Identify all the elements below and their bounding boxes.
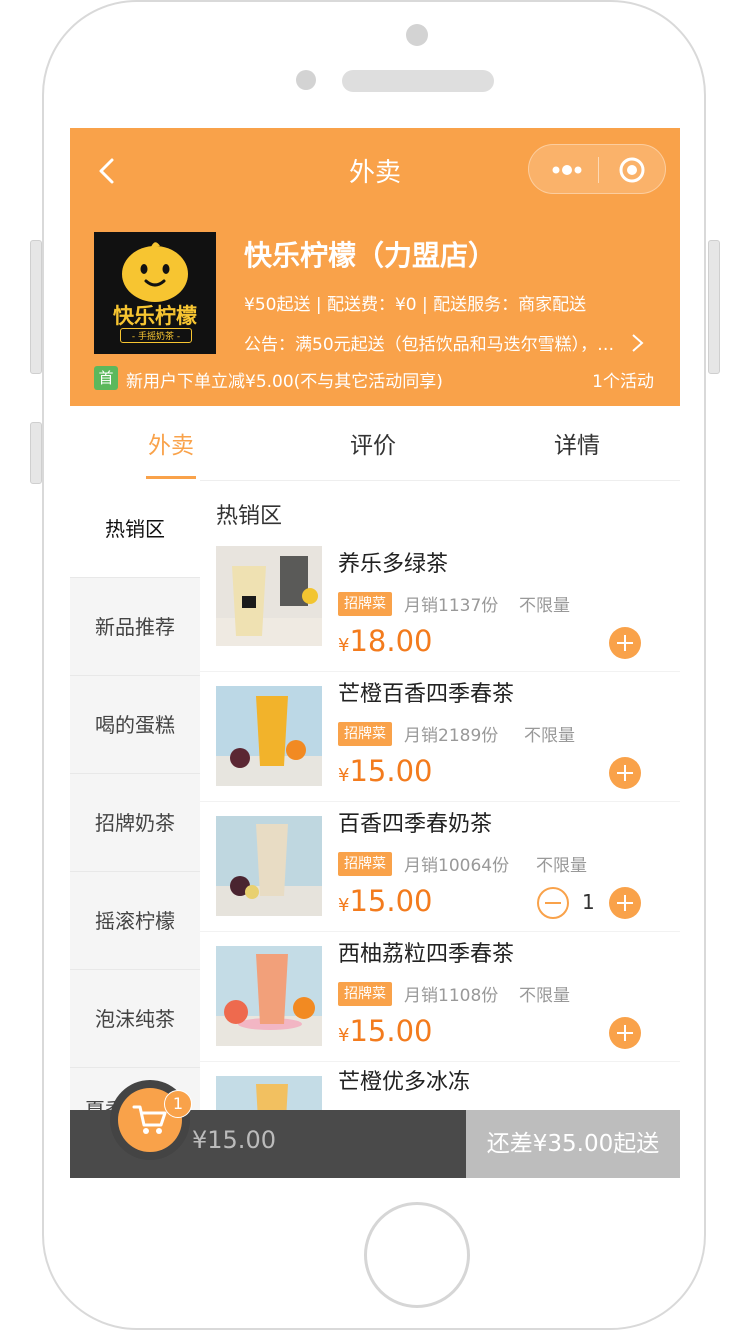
side-button-mute: [30, 240, 42, 374]
add-icon[interactable]: [608, 886, 642, 920]
product-image[interactable]: [216, 686, 322, 786]
product-item[interactable]: 芒橙百香四季春茶 招牌菜 月销2189份 不限量 ¥15.00: [200, 672, 680, 802]
add-icon[interactable]: [608, 626, 642, 660]
shop-name: 快乐柠檬（力盟店）: [244, 239, 497, 272]
signature-tag: 招牌菜: [338, 592, 392, 616]
cart-count-badge: 1: [164, 1090, 192, 1118]
monthly-sales: 月销2189份: [404, 726, 499, 746]
activity-count[interactable]: 1个活动: [592, 367, 654, 392]
sensor: [296, 70, 316, 90]
product-image[interactable]: [216, 546, 322, 646]
speaker: [342, 70, 494, 92]
stock-limit: 不限量: [524, 726, 575, 746]
tab-indicator: [146, 476, 196, 479]
add-icon[interactable]: [608, 756, 642, 790]
category-sidebar: 热销区 新品推荐 喝的蛋糕 招牌奶茶 摇滚柠檬 泡沫纯茶 夏季限定系: [70, 480, 200, 1166]
product-name: 芒橙百香四季春茶: [338, 682, 515, 707]
product-image[interactable]: [216, 946, 322, 1046]
stock-limit: 不限量: [536, 856, 587, 876]
side-button-power: [708, 240, 720, 374]
product-item[interactable]: 养乐多绿茶 招牌菜 月销1137份 不限量 ¥18.00: [200, 542, 680, 672]
signature-tag: 招牌菜: [338, 982, 392, 1006]
product-item[interactable]: 西柚荔粒四季春茶 招牌菜 月销1108份 不限量 ¥15.00: [200, 932, 680, 1062]
product-name: 养乐多绿茶: [338, 552, 449, 577]
category-item[interactable]: 摇滚柠檬: [70, 872, 200, 970]
minus-icon[interactable]: [536, 886, 570, 920]
close-target-icon[interactable]: [617, 155, 647, 185]
checkout-button[interactable]: 还差¥35.00起送: [466, 1110, 680, 1178]
side-button-volume: [30, 422, 42, 484]
shop-delivery-info: ¥50起送 | 配送费：¥0 | 配送服务：商家配送: [244, 295, 587, 315]
product-price: ¥15.00: [338, 884, 433, 918]
tab-takeout[interactable]: 外卖: [148, 426, 194, 460]
first-order-badge: 首: [94, 366, 118, 390]
shop-header: 外卖 快乐柠檬 - 手摇奶茶 - 快乐柠檬（力盟店） ¥50起送 | 配送费：¥…: [70, 128, 680, 406]
product-name: 西柚荔粒四季春茶: [338, 942, 515, 967]
product-price: ¥15.00: [338, 754, 433, 788]
more-icon[interactable]: [547, 157, 587, 183]
stock-limit: 不限量: [519, 596, 570, 616]
lemon-face-icon: [122, 242, 188, 302]
front-camera: [406, 24, 428, 46]
category-item[interactable]: 招牌奶茶: [70, 774, 200, 872]
chevron-right-icon[interactable]: [624, 332, 650, 354]
product-price: ¥15.00: [338, 1014, 433, 1048]
add-icon[interactable]: [608, 1016, 642, 1050]
cart-icon: [132, 1105, 167, 1134]
category-item[interactable]: 热销区: [70, 480, 200, 578]
signature-tag: 招牌菜: [338, 722, 392, 746]
stock-limit: 不限量: [519, 986, 570, 1006]
promo-text: 新用户下单立减¥5.00(不与其它活动同享): [126, 372, 443, 392]
signature-tag: 招牌菜: [338, 852, 392, 876]
tab-details[interactable]: 详情: [554, 426, 600, 460]
category-item[interactable]: 喝的蛋糕: [70, 676, 200, 774]
quantity-value: 1: [582, 890, 595, 914]
category-item[interactable]: 新品推荐: [70, 578, 200, 676]
product-name: 芒橙优多冰冻: [338, 1070, 471, 1095]
product-image[interactable]: [216, 816, 322, 916]
monthly-sales: 月销1137份: [404, 596, 499, 616]
monthly-sales: 月销1108份: [404, 986, 499, 1006]
product-item[interactable]: 百香四季春奶茶 招牌菜 月销10064份 不限量 ¥15.00 1: [200, 802, 680, 932]
cart-total: ¥15.00: [192, 1126, 276, 1154]
shop-notice[interactable]: 公告：满50元起送（包括饮品和马迭尔雪糕），…: [244, 330, 614, 355]
logo-subtitle: - 手摇奶茶 -: [120, 328, 192, 343]
logo-brand-text: 快乐柠檬: [113, 304, 197, 328]
category-item[interactable]: 泡沫纯茶: [70, 970, 200, 1068]
shop-logo: 快乐柠檬 - 手摇奶茶 -: [94, 232, 216, 354]
capsule-divider: [598, 157, 599, 183]
app-screen: 外卖 快乐柠檬 - 手摇奶茶 - 快乐柠檬（力盟店） ¥50起送 | 配送费：¥…: [70, 128, 680, 1178]
product-price: ¥18.00: [338, 624, 433, 658]
miniprogram-capsule: [528, 144, 666, 194]
section-title: 热销区: [216, 504, 283, 529]
tab-bar: 外卖 评价 详情: [70, 406, 680, 481]
tab-reviews[interactable]: 评价: [350, 426, 396, 460]
monthly-sales: 月销10064份: [404, 856, 510, 876]
product-name: 百香四季春奶茶: [338, 812, 493, 837]
home-button[interactable]: [364, 1202, 470, 1308]
